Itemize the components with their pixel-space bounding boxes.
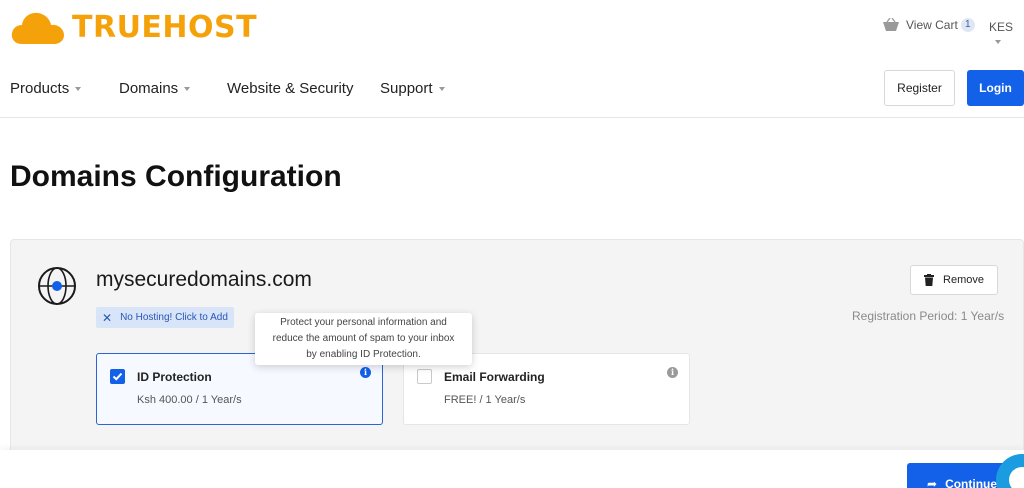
nav-item-label: Products bbox=[10, 80, 70, 97]
addon-price: Ksh 400.00 / 1 Year/s bbox=[137, 394, 242, 406]
view-cart-link[interactable]: View Cart 1 bbox=[882, 18, 975, 32]
addon-name: ID Protection bbox=[137, 370, 212, 384]
trash-icon bbox=[924, 274, 935, 286]
nav-item-label: Website & Security bbox=[227, 80, 354, 97]
remove-label: Remove bbox=[943, 274, 984, 286]
hosting-badge-label: No Hosting! Click to Add bbox=[120, 312, 228, 323]
checkout-footer: ➦ Continue bbox=[0, 450, 1024, 488]
basket-icon bbox=[883, 18, 899, 31]
info-icon[interactable]: i bbox=[360, 367, 371, 378]
no-hosting-badge[interactable]: ✕ No Hosting! Click to Add bbox=[96, 307, 234, 328]
chevron-down-icon bbox=[995, 39, 1001, 44]
register-button[interactable]: Register bbox=[884, 70, 955, 106]
nav-item-website-security[interactable]: Website & Security bbox=[227, 80, 353, 97]
page-title: Domains Configuration bbox=[10, 160, 342, 193]
brand-name: TRUEHOST bbox=[72, 10, 258, 45]
id-protection-tooltip: Protect your personal information and re… bbox=[255, 313, 472, 365]
addon-price: FREE! / 1 Year/s bbox=[444, 394, 526, 406]
login-button[interactable]: Login bbox=[967, 70, 1024, 106]
nav-item-products[interactable]: Products bbox=[10, 80, 82, 97]
addon-name: Email Forwarding bbox=[444, 370, 545, 384]
main-nav: Products Domains Website & Security Supp… bbox=[0, 70, 1024, 118]
tooltip-line: Protect your personal information and bbox=[280, 317, 447, 328]
arrow-right-icon: ➦ bbox=[927, 477, 938, 488]
nav-item-label: Support bbox=[380, 80, 433, 97]
top-bar: TRUEHOST View Cart 1 KES bbox=[0, 0, 1024, 56]
checkmark-icon bbox=[112, 372, 123, 381]
continue-label: Continue bbox=[945, 477, 998, 488]
currency-label: KES bbox=[989, 20, 1014, 34]
nav-item-label: Domains bbox=[119, 80, 179, 97]
domain-name: mysecuredomains.com bbox=[96, 268, 312, 291]
info-icon[interactable]: i bbox=[667, 367, 678, 378]
chat-icon bbox=[1009, 467, 1024, 488]
nav-item-support[interactable]: Support bbox=[380, 80, 445, 97]
remove-domain-button[interactable]: Remove bbox=[910, 265, 998, 295]
id-protection-checkbox[interactable] bbox=[110, 369, 125, 384]
chevron-down-icon bbox=[184, 87, 191, 92]
chat-widget-button[interactable] bbox=[996, 454, 1024, 488]
chevron-down-icon bbox=[75, 87, 82, 92]
close-icon: ✕ bbox=[102, 310, 113, 325]
tooltip-line: by enabling ID Protection. bbox=[306, 349, 421, 360]
currency-selector[interactable]: KES bbox=[989, 20, 1024, 48]
chevron-down-icon bbox=[438, 87, 445, 92]
brand-logo[interactable]: TRUEHOST bbox=[10, 10, 257, 46]
email-forwarding-checkbox[interactable] bbox=[417, 369, 432, 384]
cloud-icon bbox=[11, 12, 65, 45]
tooltip-line: reduce the amount of spam to your inbox bbox=[272, 333, 455, 344]
domain-config-card: mysecuredomains.com ✕ No Hosting! Click … bbox=[10, 239, 1024, 459]
cart-count-badge: 1 bbox=[960, 18, 975, 32]
view-cart-label: View Cart bbox=[906, 18, 958, 32]
registration-period: Registration Period: 1 Year/s bbox=[852, 309, 1005, 323]
globe-icon bbox=[38, 267, 76, 305]
nav-item-domains[interactable]: Domains bbox=[119, 80, 191, 97]
